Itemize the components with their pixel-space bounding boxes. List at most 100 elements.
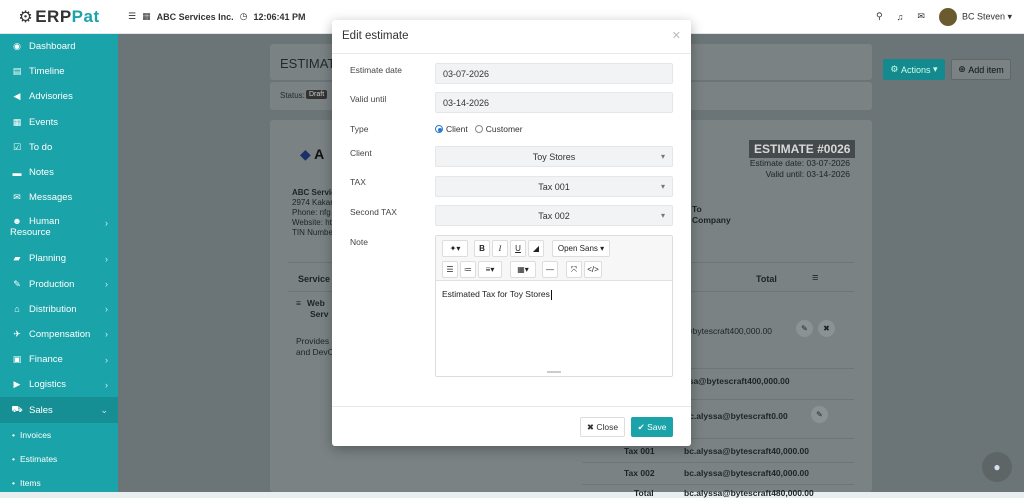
truck-icon: ▶	[13, 379, 21, 390]
status-label: Status:	[280, 91, 305, 100]
sidebar-subitem-estimates[interactable]: Estimates	[0, 447, 118, 471]
resize-handle[interactable]	[547, 371, 561, 373]
cogs-icon: ⚙	[890, 64, 899, 74]
company-name[interactable]: ABC Services Inc.	[157, 12, 234, 22]
sidebar-item-production[interactable]: ✎ Production ›	[0, 272, 118, 297]
italic-button[interactable]: I	[492, 240, 508, 257]
editor-toolbar: ✦▾ B I U ◢ Open Sans ▾ ☰ ≔ ≡▾ ▦▾ — ⤧ </>	[436, 236, 672, 281]
tax-select[interactable]: Tax 001	[435, 176, 673, 197]
customer-radio-label[interactable]: Customer	[486, 124, 523, 134]
total-value: bc.alyssa@bytescraft480,000.00	[684, 488, 814, 498]
client-radio-label[interactable]: Client	[446, 124, 468, 134]
horizontal-rule-icon[interactable]: —	[542, 261, 558, 278]
chevron-right-icon: ›	[105, 253, 108, 264]
car-icon: ▰	[13, 253, 21, 264]
second-tax-select[interactable]: Tax 002	[435, 205, 673, 226]
chevron-right-icon: ›	[105, 329, 108, 340]
table-icon[interactable]: ▦▾	[510, 261, 536, 278]
align-icon[interactable]: ≡▾	[478, 261, 502, 278]
close-button[interactable]: ✖ Close	[580, 417, 625, 437]
second-tax-label: Second TAX	[350, 207, 397, 217]
gear-logo-icon: ⚙	[18, 8, 34, 26]
chevron-down-icon: ⌄	[100, 404, 108, 415]
sidebar-subitem-invoices[interactable]: Invoices	[0, 423, 118, 447]
avatar	[938, 7, 957, 26]
chevron-right-icon: ›	[105, 218, 108, 229]
sidebar-item-sales[interactable]: ⛟ Sales ⌄	[0, 397, 118, 423]
sidebar-item-advisories[interactable]: ◀ Advisories	[0, 84, 118, 109]
envelope-icon: ✉	[13, 192, 21, 203]
ordered-list-icon[interactable]: ≔	[460, 261, 476, 278]
sidebar-item-messages[interactable]: ✉ Messages	[0, 185, 118, 210]
sidebar-item-logistics[interactable]: ▶ Logistics ›	[0, 372, 118, 397]
company-logo: ◆ A	[300, 146, 325, 162]
code-view-icon[interactable]: </>	[584, 261, 602, 278]
status-badge: Draft	[306, 90, 328, 99]
note-text[interactable]: Estimated Tax for Toy Stores	[442, 289, 552, 300]
customer-radio[interactable]	[474, 125, 483, 133]
search-icon[interactable]: ⚲	[876, 11, 883, 22]
client-radio[interactable]	[435, 125, 443, 133]
type-label: Type	[350, 124, 369, 134]
sidebar-item-todo[interactable]: ☑ To do	[0, 135, 118, 160]
add-item-button[interactable]: ⊕ Add item	[951, 59, 1011, 80]
divider	[582, 462, 854, 463]
actions-button[interactable]: ⚙ Actions ▾	[883, 59, 945, 80]
underline-button[interactable]: U	[510, 240, 526, 257]
menu-icon[interactable]: ≡	[812, 272, 818, 284]
estimate-dates: Estimate date: 03-07-2026 Valid until: 0…	[749, 158, 850, 179]
service-description: Provides and DevO	[296, 336, 335, 357]
delete-icon[interactable]: ✖	[818, 320, 835, 337]
sidebar-item-distribution[interactable]: ⌂ Distribution ›	[0, 297, 118, 322]
close-icon[interactable]: ✕	[672, 29, 681, 42]
chat-icon[interactable]: ●	[982, 452, 1012, 482]
sidebar-subitem-items[interactable]: Items	[0, 471, 118, 495]
client-select[interactable]: Toy Stores	[435, 146, 673, 167]
dashboard-icon: ◉	[13, 41, 21, 52]
erpat-logo[interactable]: ⚙ ERP Pat	[0, 0, 118, 34]
menu-toggle-icon[interactable]: ☰	[128, 11, 136, 22]
sidebar-item-planning[interactable]: ▰ Planning ›	[0, 246, 118, 271]
note-label: Note	[350, 237, 368, 247]
valid-until-field[interactable]: 03-14-2026	[435, 92, 673, 113]
sidebar-item-notes[interactable]: ▬ Notes	[0, 160, 118, 185]
wrench-icon: ✎	[13, 278, 21, 289]
edit-estimate-modal: Edit estimate ✕ Estimate date 03-07-2026…	[332, 20, 691, 446]
divider	[582, 484, 854, 485]
user-menu[interactable]: BC Steven ▾	[938, 7, 1012, 26]
sidebar-item-finance[interactable]: ▣ Finance ›	[0, 347, 118, 372]
tax1-label: Tax 001	[624, 446, 655, 456]
cart-icon: ⛟	[11, 404, 23, 415]
estimate-date-field[interactable]: 03-07-2026	[435, 63, 673, 84]
bell-icon[interactable]: ♫	[897, 12, 904, 22]
estimate-number: ESTIMATE #0026	[749, 140, 856, 158]
sidebar-item-dashboard[interactable]: ◉ Dashboard	[0, 34, 118, 59]
bold-button[interactable]: B	[474, 240, 490, 257]
unordered-list-icon[interactable]: ☰	[442, 261, 458, 278]
edit-icon[interactable]: ✎	[811, 406, 828, 423]
eraser-icon[interactable]: ◢	[528, 240, 544, 257]
note-editor: ✦▾ B I U ◢ Open Sans ▾ ☰ ≔ ≡▾ ▦▾ — ⤧ </>…	[435, 235, 673, 377]
chevron-right-icon: ›	[105, 379, 108, 390]
drag-handle-icon[interactable]: ≡	[296, 298, 301, 308]
edit-icon[interactable]: ✎	[796, 320, 813, 337]
calendar-icon: ▦	[12, 116, 22, 127]
sidebar-item-events[interactable]: ▦ Events	[0, 110, 118, 135]
modal-footer-divider	[332, 406, 691, 407]
tax2-label: Tax 002	[624, 468, 655, 478]
mail-icon[interactable]: ✉	[917, 11, 925, 22]
sidebar: ◉ Dashboard ▤ Timeline ◀ Advisories ▦ Events…	[0, 34, 118, 492]
col-total: Total	[756, 274, 777, 284]
sidebar-item-human-resource[interactable]: ☻ Human Resource ›	[0, 210, 118, 246]
sidebar-item-compensation[interactable]: ✈ Compensation ›	[0, 322, 118, 347]
total-label: Total	[634, 488, 654, 498]
save-button[interactable]: ✔ Save	[631, 417, 673, 437]
current-time: 12:06:41 PM	[253, 11, 306, 22]
sidebar-item-timeline[interactable]: ▤ Timeline	[0, 59, 118, 84]
modal-header-divider	[332, 53, 691, 54]
fullscreen-icon[interactable]: ⤧	[566, 261, 582, 278]
check-circle-icon: ✔	[637, 421, 645, 432]
font-family-select[interactable]: Open Sans ▾	[552, 240, 610, 257]
magic-wand-icon[interactable]: ✦▾	[442, 240, 468, 257]
tax1-value: bc.alyssa@bytescraft40,000.00	[684, 446, 810, 456]
